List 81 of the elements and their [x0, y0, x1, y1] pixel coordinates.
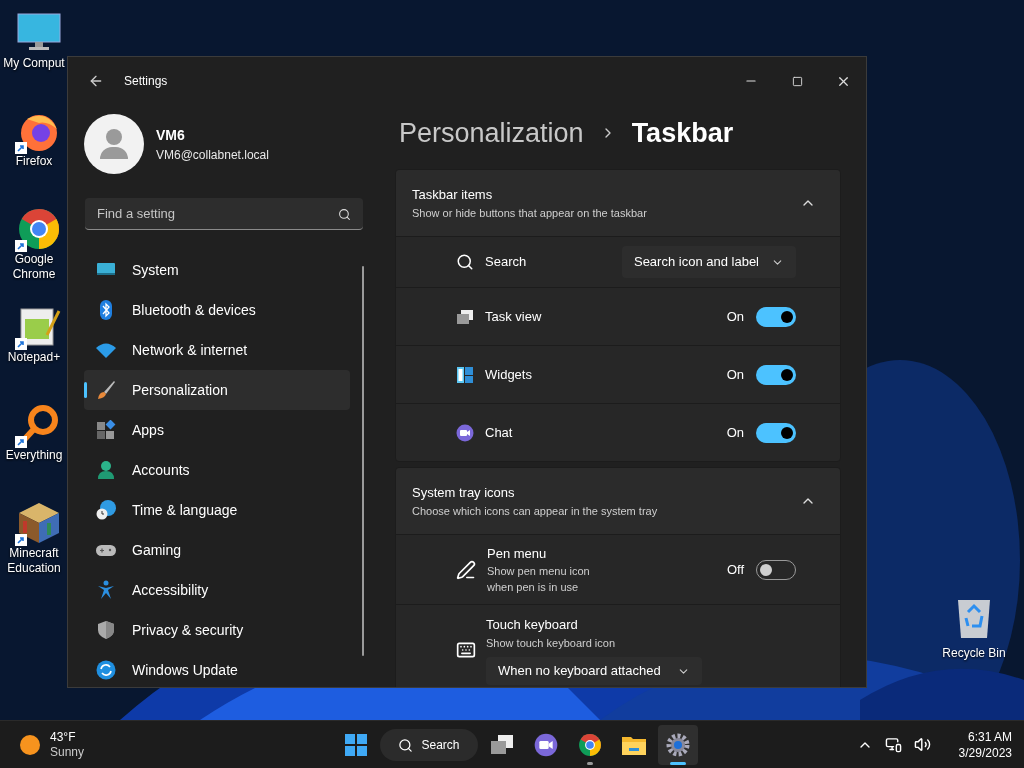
globe-clock-icon — [96, 500, 116, 520]
nav-item[interactable]: System — [84, 250, 350, 290]
page-title: Taskbar — [631, 116, 734, 150]
setting-label: Chat — [485, 423, 513, 442]
chrome-icon — [17, 207, 61, 251]
bookshelf-cube-icon — [17, 501, 61, 545]
video-chat-icon — [534, 733, 558, 757]
avatar[interactable] — [84, 114, 144, 174]
apps-grid-icon — [96, 420, 116, 440]
pen-icon — [456, 559, 476, 580]
section-header[interactable]: Taskbar items Show or hide buttons that appear on the taskbar — [396, 170, 840, 236]
search-field[interactable]: Find a setting — [85, 198, 363, 230]
keyboard-icon — [456, 640, 476, 660]
dropdown[interactable]: Search icon and label — [621, 246, 796, 278]
toggle-switch[interactable] — [756, 422, 796, 443]
video-chat-icon — [456, 423, 474, 442]
taskbar-app[interactable] — [658, 725, 698, 765]
setting-label: Touch keyboard — [486, 616, 579, 634]
desktop-icon-label[interactable]: Minecraft Education — [1, 546, 67, 576]
search-icon — [398, 737, 414, 753]
nav-item[interactable]: Accounts — [84, 450, 350, 490]
nav-item[interactable]: Gaming — [84, 530, 350, 570]
toggle-state: On — [726, 365, 744, 384]
taskbar-search[interactable]: Search — [380, 729, 478, 761]
setting-description: Show touch keyboard icon — [486, 635, 617, 651]
nav-item[interactable]: Privacy & security — [84, 610, 350, 650]
search-icon — [456, 253, 474, 271]
maximize-icon — [791, 75, 803, 87]
weather-temp[interactable]: 43°F — [50, 729, 85, 745]
folder-icon — [621, 734, 647, 756]
volume-icon[interactable] — [913, 736, 931, 753]
shield-icon — [96, 620, 116, 640]
windows-logo-icon — [345, 734, 367, 756]
toggle-state: Off — [726, 560, 744, 579]
setting-label: Widgets — [485, 365, 532, 384]
setting-description: Show pen menu icon when pen is in use — [487, 564, 591, 596]
toggle-state: On — [726, 423, 744, 442]
desktop-icon-label[interactable]: Notepad+ — [1, 350, 67, 365]
nav-item[interactable]: Windows Update — [84, 650, 350, 687]
desktop-icon-label[interactable]: Recycle Bin — [942, 644, 1006, 662]
monitor-icon — [17, 13, 61, 53]
desktop-icon-label[interactable]: My Comput — [1, 56, 67, 71]
breadcrumb-parent[interactable]: Personalization — [399, 112, 584, 154]
gear-icon — [666, 733, 690, 757]
accessibility-icon — [96, 580, 116, 600]
dropdown[interactable]: When no keyboard attached — [486, 657, 702, 685]
desktop-icon-label[interactable]: Firefox — [1, 154, 67, 169]
nav-item[interactable]: Network & internet — [84, 330, 350, 370]
sync-icon — [96, 660, 116, 680]
nav-item[interactable]: Personalization — [84, 370, 350, 410]
stacked-windows-icon — [456, 308, 474, 325]
setting-label: Pen menu — [487, 544, 548, 563]
notepad-icon — [17, 305, 61, 349]
user-name: VM6 — [156, 125, 186, 145]
network-icon[interactable] — [884, 736, 902, 753]
scrollbar[interactable] — [362, 266, 364, 656]
desktop-icon-label[interactable]: Google Chrome — [1, 252, 67, 282]
window-title: Settings — [124, 73, 168, 90]
user-email: VM6@collabnet.local — [156, 146, 269, 164]
paintbrush-icon — [96, 380, 116, 400]
section-header[interactable]: System tray icons Choose which icons can appear in the system tray — [396, 468, 840, 534]
sun-icon — [20, 734, 40, 755]
person-icon — [96, 460, 116, 480]
setting-label: Search — [485, 253, 527, 272]
nav-item[interactable]: Bluetooth & devices — [84, 290, 350, 330]
nav-item[interactable]: Accessibility — [84, 570, 350, 610]
toggle-switch[interactable] — [756, 364, 796, 385]
clock-date[interactable]: 3/29/2023 — [958, 744, 1012, 761]
chrome-icon — [578, 733, 602, 757]
toggle-switch[interactable] — [756, 306, 796, 327]
nav-item[interactable]: Apps — [84, 410, 350, 450]
nav-item[interactable]: Time & language — [84, 490, 350, 530]
stacked-windows-icon — [490, 734, 514, 756]
desktop-icon-label[interactable]: Everything — [1, 448, 67, 463]
toggle-state: On — [726, 307, 744, 326]
weather-condition[interactable]: Sunny — [50, 744, 85, 760]
search-icon — [338, 208, 351, 221]
widgets-icon — [456, 365, 474, 384]
recycle-bin-icon — [956, 598, 992, 640]
clock-time[interactable]: 6:31 AM — [967, 728, 1012, 745]
setting-label: Task view — [485, 307, 542, 326]
